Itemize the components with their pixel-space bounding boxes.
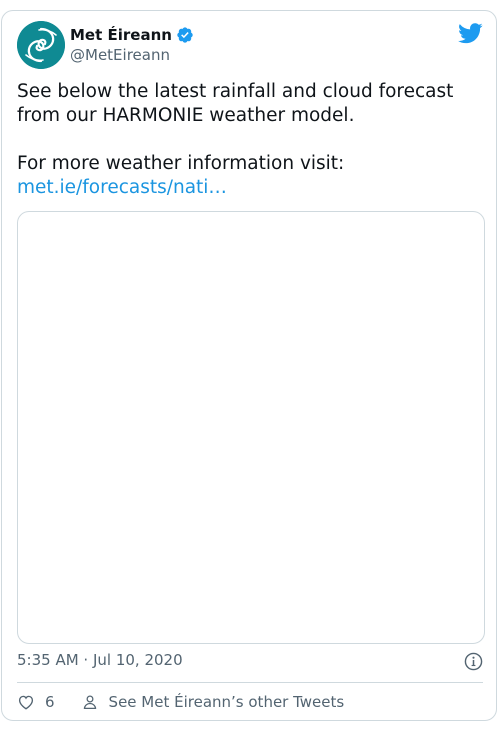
divider	[17, 682, 483, 683]
author-name[interactable]: Met Éireann	[70, 26, 172, 44]
heart-icon	[18, 695, 34, 710]
tweet-text: See below the latest rainfall and cloud …	[17, 80, 483, 200]
see-other-tweets-link[interactable]: See Met Éireann’s other Tweets	[81, 693, 345, 711]
tweet-card: Met Éireann @MetEireann See below the la…	[1, 10, 497, 721]
twitter-bird-icon[interactable]	[458, 23, 483, 44]
info-icon[interactable]	[464, 652, 483, 671]
like-count: 6	[45, 693, 55, 711]
see-other-tweets-label: See Met Éireann’s other Tweets	[108, 693, 345, 711]
verified-badge-icon	[177, 27, 193, 43]
met-eireann-logo-icon	[17, 21, 65, 69]
tweet-text-line1: See below the latest rainfall and cloud …	[17, 81, 460, 126]
avatar[interactable]	[17, 21, 65, 69]
tweet-actions: 6 See Met Éireann’s other Tweets	[17, 689, 344, 715]
author-name-row: Met Éireann	[70, 26, 194, 44]
author-handle[interactable]: @MetEireann	[70, 46, 170, 64]
tweet-timestamp[interactable]: 5:35 AM · Jul 10, 2020	[17, 651, 183, 669]
tweet-link[interactable]: met.ie/forecasts/nati…	[17, 177, 227, 198]
person-icon	[83, 695, 96, 710]
media-container[interactable]	[17, 211, 485, 644]
like-button[interactable]: 6	[17, 693, 55, 711]
tweet-text-line2: For more weather information visit:	[17, 153, 345, 174]
